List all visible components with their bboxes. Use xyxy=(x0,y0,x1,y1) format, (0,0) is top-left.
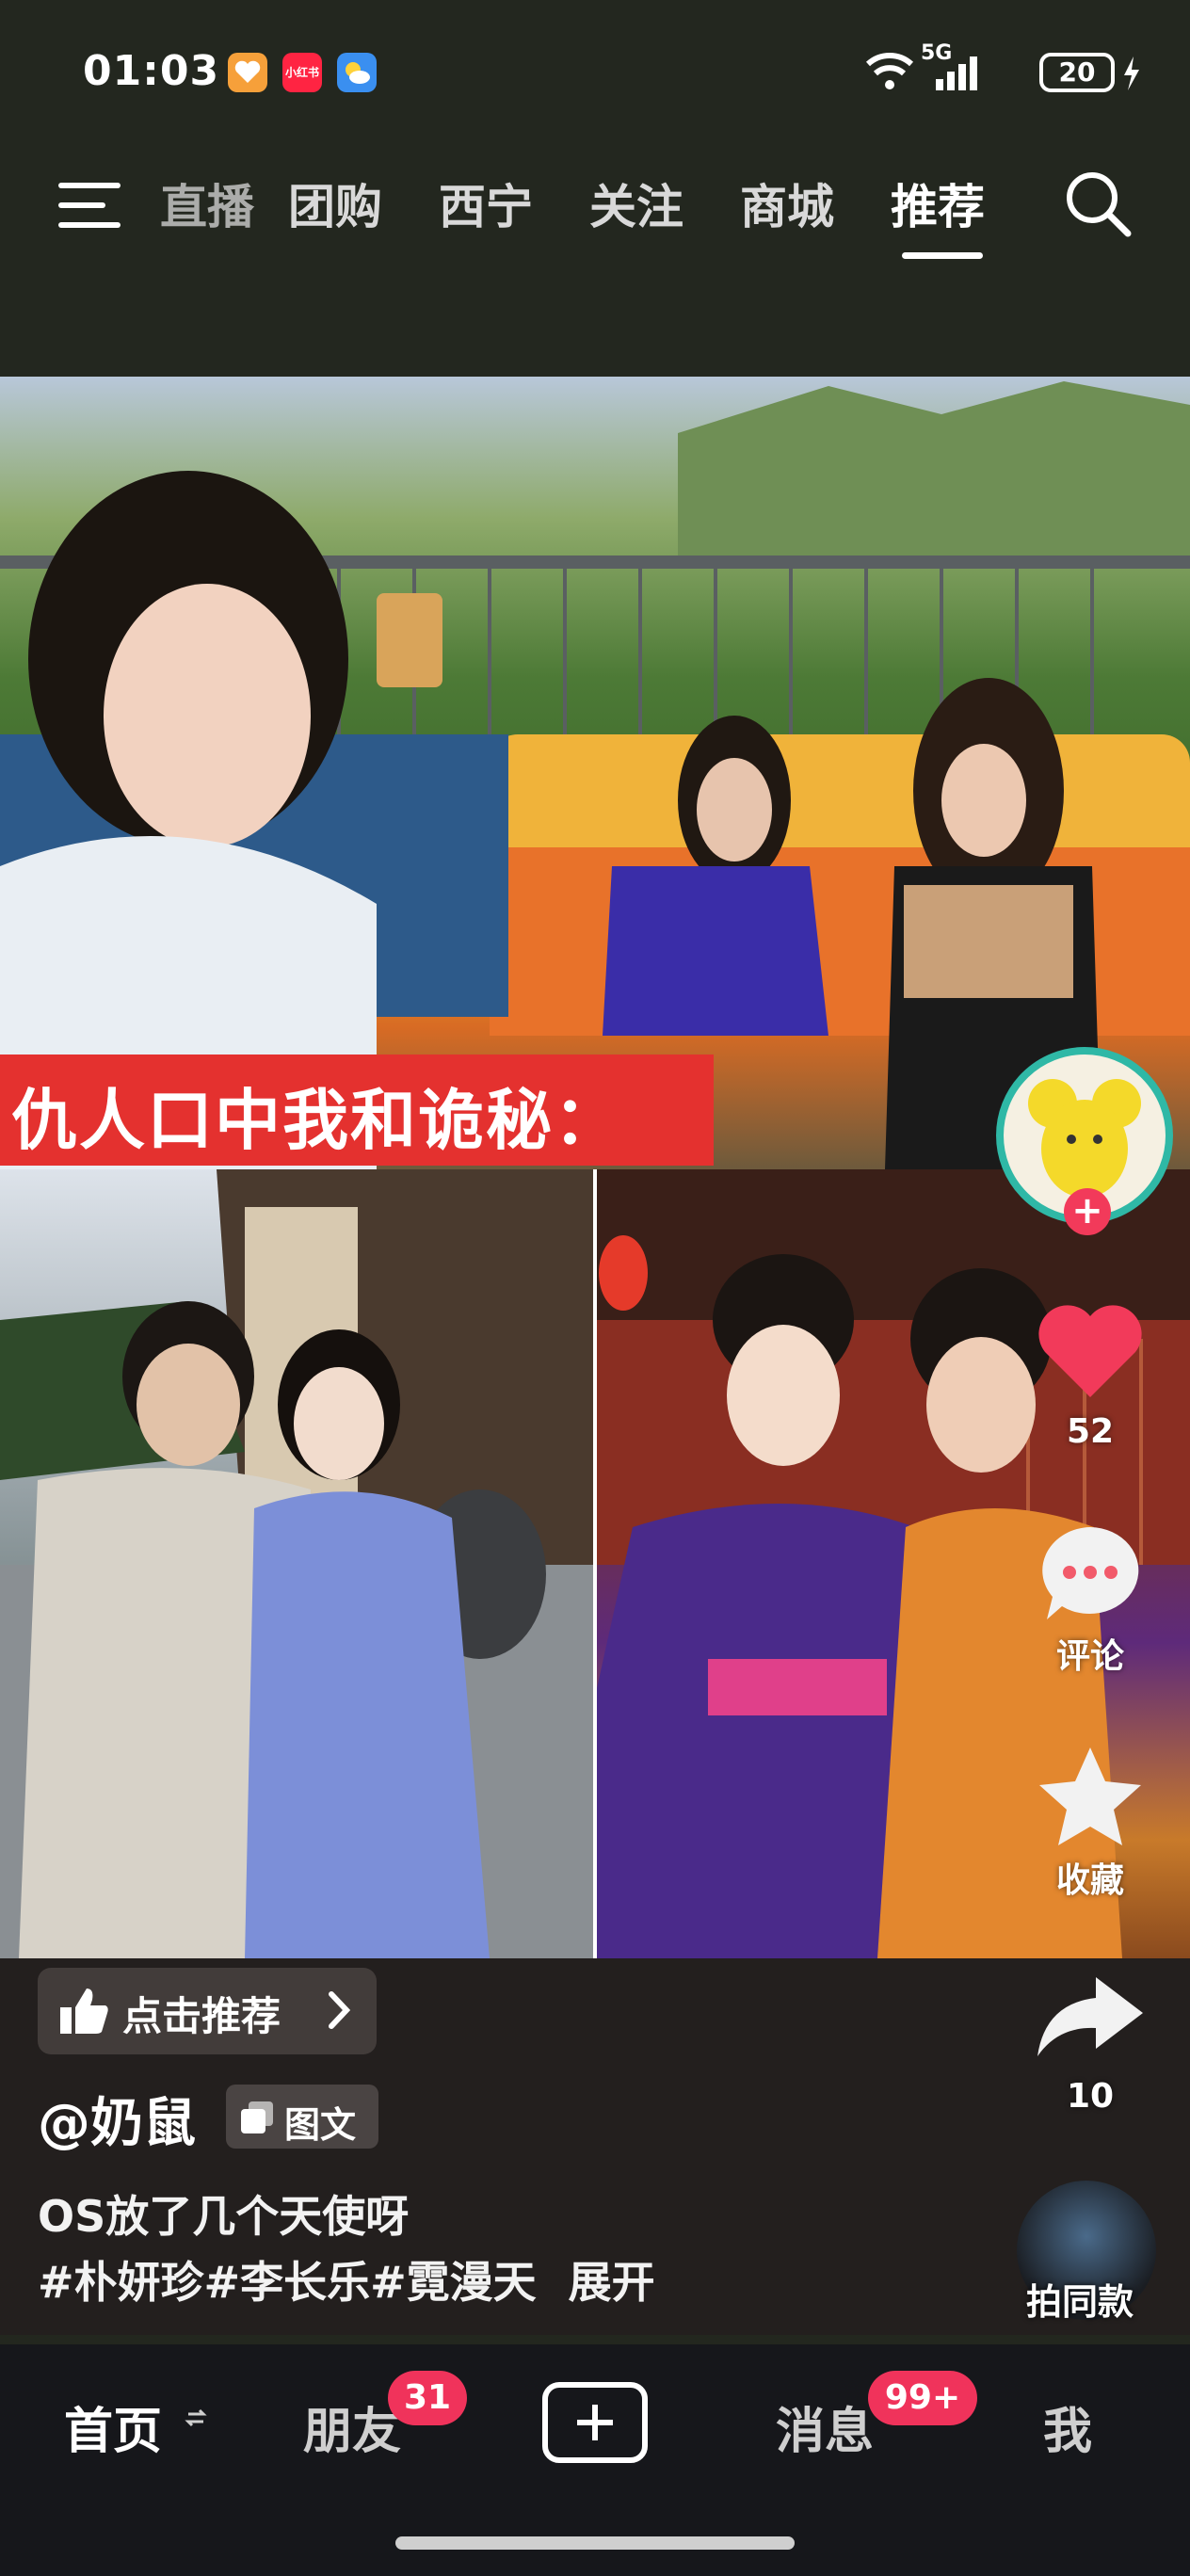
photo-rooftop-group xyxy=(0,377,1190,1169)
plus-icon xyxy=(577,2405,613,2440)
recommend-chip[interactable]: 点击推荐 xyxy=(38,1968,377,2054)
weather-icon xyxy=(337,53,377,92)
collect-star-icon[interactable] xyxy=(1036,1744,1145,1853)
active-tab-indicator xyxy=(902,252,983,259)
nav-me[interactable]: 我 xyxy=(1043,2391,1092,2462)
tab-local-city[interactable]: 西宁 xyxy=(439,169,533,237)
nav-home[interactable]: 首页 xyxy=(64,2391,162,2462)
taobao-heart-icon xyxy=(228,53,267,92)
nav-messages[interactable]: 消息 xyxy=(776,2391,874,2462)
tab-live[interactable]: 直播 xyxy=(160,169,254,237)
tab-following[interactable]: 关注 xyxy=(589,169,683,237)
recommend-chip-label: 点击推荐 xyxy=(122,1993,281,2039)
post-hashtags: #朴妍珍#李长乐#霓漫天 展开 xyxy=(38,2248,655,2310)
tab-mall[interactable]: 商城 xyxy=(740,169,834,237)
post-type-badge: 图文 xyxy=(226,2085,378,2149)
status-time: 01:03 xyxy=(83,47,220,95)
search-icon[interactable] xyxy=(1060,166,1135,245)
friends-badge: 31 xyxy=(388,2371,467,2425)
status-bar: 01:03 小红书 5G 20 xyxy=(0,0,1190,151)
like-count: 52 xyxy=(1066,1412,1115,1451)
create-button[interactable] xyxy=(542,2382,648,2463)
chevron-right-icon xyxy=(326,1988,354,2036)
menu-icon[interactable] xyxy=(56,179,124,235)
collect-label: 收藏 xyxy=(1055,1861,1124,1900)
share-arrow-icon[interactable] xyxy=(1030,1972,1147,2066)
photo-costume-couple xyxy=(0,1169,595,1958)
follow-plus-button[interactable]: + xyxy=(1064,1188,1111,1235)
wifi-icon xyxy=(864,51,915,96)
xiaohongshu-icon: 小红书 xyxy=(282,53,322,92)
share-count: 10 xyxy=(1066,2077,1115,2116)
overlay-caption: 仇人口中我和诡秘： xyxy=(0,1055,714,1166)
tab-recommend[interactable]: 推荐 xyxy=(891,169,985,237)
thumbs-up-icon xyxy=(58,1987,109,2039)
expand-link[interactable]: 展开 xyxy=(569,2257,655,2308)
overlay-caption-text: 仇人口中我和诡秘： xyxy=(11,1082,621,1159)
messages-badge: 99+ xyxy=(868,2371,977,2425)
comment-label: 评论 xyxy=(1055,1637,1124,1676)
post-caption: OS放了几个天使呀 xyxy=(38,2191,410,2242)
author-name[interactable]: @奶鼠 xyxy=(38,2081,196,2157)
battery-indicator: 20 xyxy=(1039,53,1115,92)
collage-divider xyxy=(593,1169,597,1958)
charging-bolt-icon xyxy=(1120,55,1143,96)
home-indicator[interactable] xyxy=(395,2536,795,2550)
nav-friends[interactable]: 朋友 xyxy=(303,2391,401,2462)
tab-group-buy[interactable]: 团购 xyxy=(288,169,382,237)
hashtag-list[interactable]: #朴妍珍#李长乐#霓漫天 xyxy=(38,2257,537,2308)
signal-icon xyxy=(934,55,979,96)
image-post-icon xyxy=(239,2100,275,2139)
post-type-label: 图文 xyxy=(284,2104,357,2146)
swap-arrows-icon xyxy=(185,2407,207,2433)
comment-icon[interactable] xyxy=(1034,1521,1147,1629)
same-style-label[interactable]: 拍同款 xyxy=(1026,2273,1134,2325)
like-heart-icon[interactable] xyxy=(1036,1303,1145,1405)
